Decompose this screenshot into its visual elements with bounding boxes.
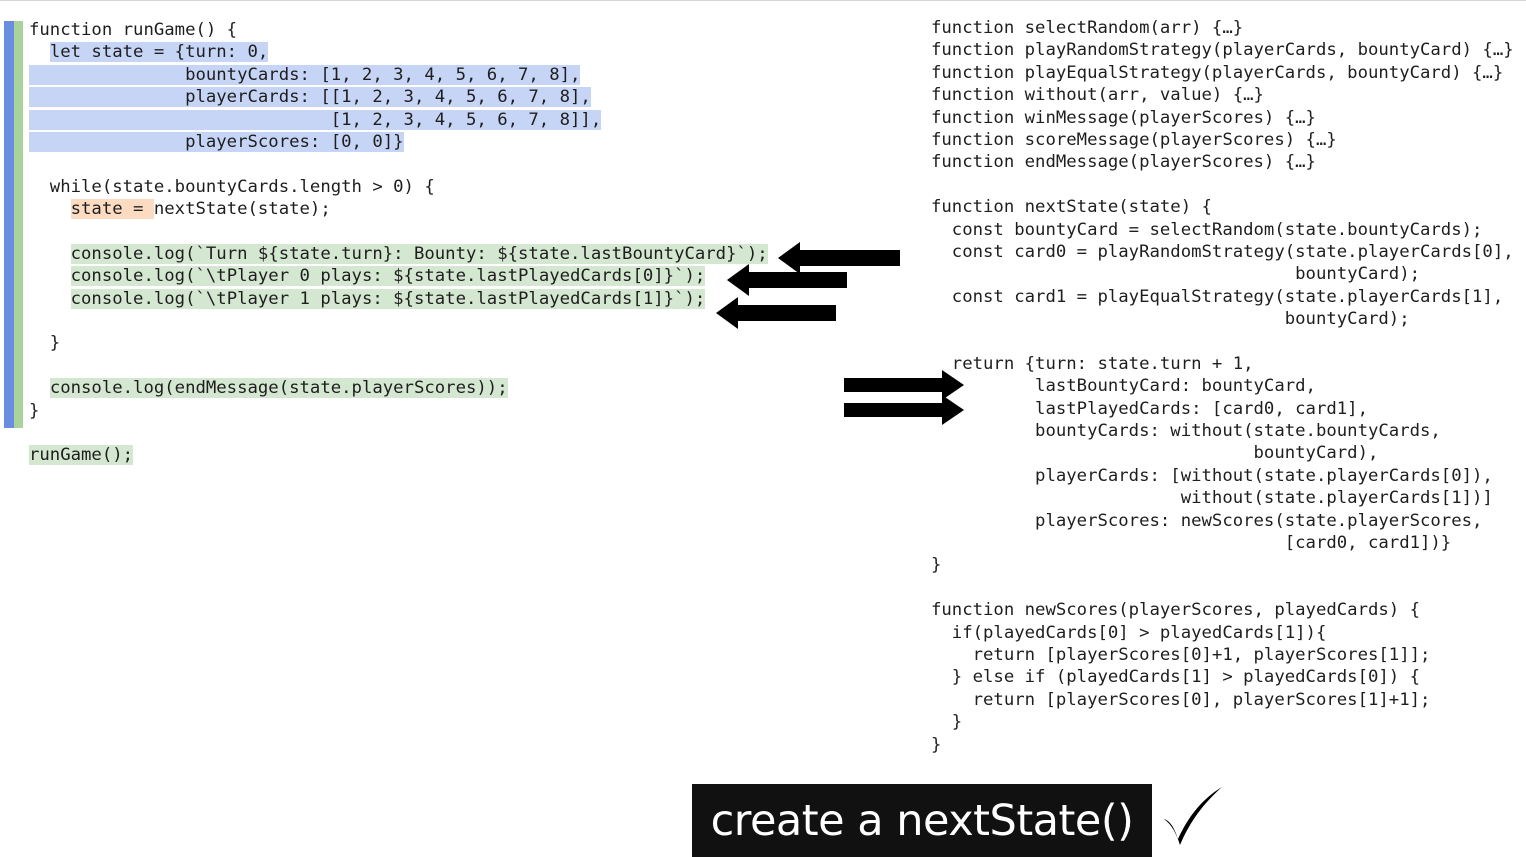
right-code-line	[931, 577, 1514, 599]
left-code-line: bountyCards: [1, 2, 3, 4, 5, 6, 7, 8],	[29, 64, 768, 86]
right-code-line: playerCards: [without(state.playerCards[…	[931, 465, 1493, 486]
right-code-line: lastBountyCard: bountyCard,	[931, 376, 1316, 397]
right-code-line: bountyCards: without(state.bountyCards,	[931, 421, 1441, 442]
left-code-line: console.log(`Turn ${state.turn}: Bounty:…	[29, 243, 768, 265]
right-code-line: }	[931, 555, 942, 576]
left-code-line: state = nextState(state);	[70, 199, 331, 220]
right-code-line: return {turn: state.turn + 1,	[931, 353, 1254, 374]
right-code-line: }	[931, 712, 963, 733]
right-code-line: } else if (playedCards[1] > playedCards[…	[931, 667, 1420, 688]
right-code-line: function playRandomStrategy(playerCards,…	[931, 40, 1514, 61]
right-code-line: function newScores(playerScores, playedC…	[931, 600, 1420, 621]
left-code-line: console.log(`\tPlayer 1 plays: ${state.l…	[29, 288, 768, 310]
right-code-line: function without(arr, value) {…}	[931, 85, 1264, 106]
right-code-line: bountyCard);	[931, 264, 1420, 285]
left-code-line: let state = {turn: 0,	[29, 41, 768, 63]
left-code-line	[29, 221, 768, 243]
right-code-line: function endMessage(playerScores) {…}	[931, 152, 1316, 173]
green-gutter-bar	[14, 21, 23, 428]
left-code-line: function runGame() {	[29, 20, 238, 40]
highlighted-code: let state = {turn: 0,	[49, 42, 269, 63]
left-code-line: }	[29, 333, 61, 354]
left-code-line: runGame();	[29, 444, 768, 466]
right-code-line: return [playerScores[0], playerScores[1]…	[931, 689, 1431, 710]
highlighted-code: state =	[70, 199, 154, 220]
next-state-banner: create a nextState()	[692, 784, 1152, 857]
run-game-code: function runGame() { let state = {turn: …	[29, 19, 768, 467]
right-code-line: function playEqualStrategy(playerCards, …	[931, 62, 1504, 83]
slide-canvas: function runGame() { let state = {turn: …	[0, 0, 1526, 857]
left-code-line	[29, 310, 768, 332]
right-code-line: lastPlayedCards: [card0, card1],	[931, 398, 1368, 419]
right-code-line: bountyCard);	[931, 309, 1410, 330]
right-code-line: function nextState(state) {	[931, 197, 1212, 218]
right-code-line: if(playedCards[0] > playedCards[1]){	[931, 622, 1327, 643]
right-code-line: const card0 = playRandomStrategy(state.p…	[931, 241, 1514, 262]
highlighted-code: console.log(endMessage(state.playerScore…	[49, 378, 508, 399]
highlighted-code: console.log(`\tPlayer 1 plays: ${state.l…	[70, 288, 706, 309]
right-code-line: return [playerScores[0]+1, playerScores[…	[931, 644, 1431, 665]
left-code-line	[29, 153, 768, 175]
highlighted-code: console.log(`\tPlayer 0 plays: ${state.l…	[70, 266, 706, 287]
right-code-line: playerScores: newScores(state.playerScor…	[931, 510, 1483, 531]
right-code-line: function scoreMessage(playerScores) {…}	[931, 129, 1337, 150]
right-code-line: [card0, card1])}	[931, 532, 1452, 553]
right-code-line	[931, 330, 1514, 352]
next-state-code: function selectRandom(arr) {…} function p…	[931, 17, 1514, 756]
left-code-line	[29, 422, 768, 444]
blue-gutter-bar	[4, 21, 14, 428]
left-code-line: while(state.bountyCards.length > 0) {	[29, 176, 435, 197]
right-code-line: }	[931, 734, 942, 755]
double-arrow-right-icon	[844, 370, 964, 425]
highlighted-code: runGame();	[29, 445, 134, 466]
highlighted-code: console.log(`Turn ${state.turn}: Bounty:…	[70, 243, 768, 264]
right-code-line: const bountyCard = selectRandom(state.bo…	[931, 219, 1483, 240]
highlighted-code: [1, 2, 3, 4, 5, 6, 7, 8]],	[29, 109, 602, 130]
left-code-line: console.log(endMessage(state.playerScore…	[29, 377, 768, 399]
left-code-line: playerCards: [[1, 2, 3, 4, 5, 6, 7, 8],	[29, 86, 768, 108]
arrow-left-icon	[727, 264, 847, 296]
checkmark-icon	[1164, 787, 1222, 845]
left-code-line	[29, 355, 768, 377]
right-code-line: function selectRandom(arr) {…}	[931, 18, 1244, 38]
arrow-left-icon	[716, 297, 836, 329]
right-code-line: without(state.playerCards[1])]	[931, 488, 1493, 509]
highlighted-code: bountyCards: [1, 2, 3, 4, 5, 6, 7, 8],	[29, 64, 581, 85]
highlighted-code: playerCards: [[1, 2, 3, 4, 5, 6, 7, 8],	[29, 87, 591, 108]
left-code-line: [1, 2, 3, 4, 5, 6, 7, 8]],	[29, 109, 768, 131]
left-code-line: }	[29, 400, 40, 421]
right-code-line: bountyCard),	[931, 443, 1379, 464]
right-code-line: const card1 = playEqualStrategy(state.pl…	[931, 286, 1504, 307]
right-code-line: function winMessage(playerScores) {…}	[931, 107, 1316, 128]
left-code-line: console.log(`\tPlayer 0 plays: ${state.l…	[29, 265, 768, 287]
left-code-line: playerScores: [0, 0]}	[29, 131, 768, 153]
highlighted-code: playerScores: [0, 0]}	[29, 131, 404, 152]
right-code-line	[931, 174, 1514, 196]
